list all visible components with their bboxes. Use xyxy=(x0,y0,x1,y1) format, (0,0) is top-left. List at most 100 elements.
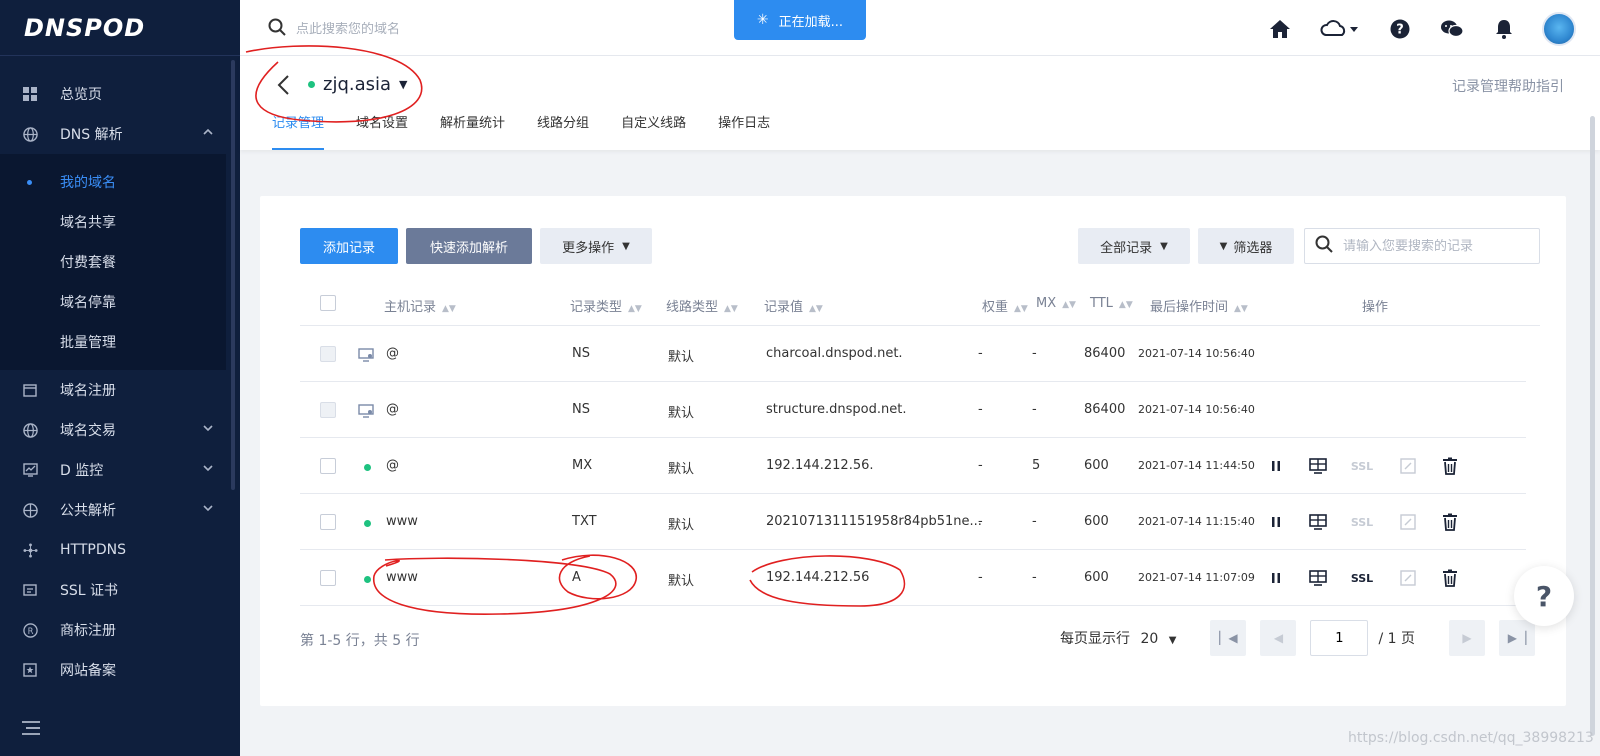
next-page-icon[interactable]: ▶ xyxy=(1448,620,1485,656)
sidebar-scrollbar[interactable] xyxy=(231,60,235,490)
help-icon[interactable]: ? xyxy=(1386,15,1414,43)
tab-line-groups[interactable]: 线路分组 xyxy=(537,114,589,150)
tab-custom-lines[interactable]: 自定义线路 xyxy=(621,114,686,150)
cell-host: @ xyxy=(386,402,399,417)
th-type[interactable]: 记录类型 ▲▼ xyxy=(570,296,642,315)
domain-search-input[interactable] xyxy=(296,21,596,37)
th-time-label: 最后操作时间 xyxy=(1150,300,1229,315)
tab-domain-settings[interactable]: 域名设置 xyxy=(356,114,408,150)
sidebar-item-domain-share[interactable]: 域名共享 xyxy=(0,202,226,242)
sidebar-item-domain-register[interactable]: 域名注册 xyxy=(0,370,240,410)
cell-line: 默认 xyxy=(668,406,695,421)
main-scrollbar[interactable] xyxy=(1590,116,1595,736)
cell-time: 2021-07-14 10:56:40 xyxy=(1138,347,1255,360)
cloud-dropdown-icon[interactable] xyxy=(1318,15,1362,43)
sidebar-item-dns[interactable]: DNS 解析 xyxy=(0,114,240,154)
cell-weight: - xyxy=(978,346,983,361)
pause-icon[interactable] xyxy=(1266,568,1286,588)
row-checkbox[interactable] xyxy=(320,458,336,474)
trash-icon[interactable] xyxy=(1440,568,1460,588)
sidebar-item-label: D 监控 xyxy=(60,463,104,479)
sidebar-item-label: 我的域名 xyxy=(60,175,116,191)
ssl-button[interactable]: SSL xyxy=(1350,568,1374,588)
cell-time: 2021-07-14 10:56:40 xyxy=(1138,403,1255,416)
svg-text:R: R xyxy=(27,625,33,635)
row-checkbox[interactable] xyxy=(320,402,336,418)
back-icon[interactable] xyxy=(276,74,290,102)
th-time[interactable]: 最后操作时间 ▲▼ xyxy=(1150,296,1248,315)
th-mx[interactable]: MX ▲▼ xyxy=(1036,296,1076,311)
wechat-icon[interactable] xyxy=(1438,15,1466,43)
cell-host: www xyxy=(386,514,418,529)
cell-host: @ xyxy=(386,346,399,361)
monitor-icon[interactable] xyxy=(1308,456,1328,476)
sidebar-item-paid-plan[interactable]: 付费套餐 xyxy=(0,242,226,282)
sidebar-item-label: 网站备案 xyxy=(60,663,116,679)
prev-page-icon[interactable]: ◀ xyxy=(1260,620,1297,656)
th-line[interactable]: 线路类型 ▲▼ xyxy=(666,296,738,315)
tab-operation-log[interactable]: 操作日志 xyxy=(718,114,770,150)
cell-value: 192.144.212.56 xyxy=(766,570,870,585)
tab-record-manage[interactable]: 记录管理 xyxy=(272,114,325,150)
chevron-down-icon xyxy=(202,422,218,438)
per-page-select[interactable]: 每页显示行 20 ▼ xyxy=(1060,628,1176,648)
sidebar-item-overview[interactable]: 总览页 xyxy=(0,74,240,114)
sidebar-item-domain-trade[interactable]: 域名交易 xyxy=(0,410,240,450)
sidebar-item-ssl[interactable]: SSL 证书 xyxy=(0,570,240,610)
svg-text:?: ? xyxy=(1396,23,1404,38)
domain-tabs: 记录管理 域名设置 解析量统计 线路分组 自定义线路 操作日志 xyxy=(272,114,770,150)
sidebar-item-httpdns[interactable]: HTTPDNS xyxy=(0,530,240,570)
sidebar-item-trademark[interactable]: R 商标注册 xyxy=(0,610,240,650)
sidebar-item-label: SSL 证书 xyxy=(60,583,119,599)
first-page-icon[interactable]: ▏◀ xyxy=(1210,620,1247,656)
th-ttl[interactable]: TTL ▲▼ xyxy=(1090,296,1133,311)
avatar[interactable] xyxy=(1542,12,1576,46)
th-weight[interactable]: 权重 ▲▼ xyxy=(982,296,1028,315)
monitor-icon[interactable] xyxy=(1308,512,1328,532)
trash-icon[interactable] xyxy=(1440,456,1460,476)
sidebar-item-icp[interactable]: 网站备案 xyxy=(0,650,240,690)
registered-icon: R xyxy=(22,622,38,638)
menu-collapse-icon[interactable] xyxy=(22,720,40,735)
help-guide-link[interactable]: 记录管理帮助指引 xyxy=(1452,76,1564,96)
sidebar-item-my-domains[interactable]: 我的域名 xyxy=(0,162,226,202)
edit-icon[interactable] xyxy=(1398,512,1418,532)
edit-icon[interactable] xyxy=(1398,456,1418,476)
more-ops-dropdown[interactable]: 更多操作 ▼ xyxy=(540,228,652,264)
pause-icon[interactable] xyxy=(1266,512,1286,532)
home-icon[interactable] xyxy=(1266,15,1294,43)
row-checkbox[interactable] xyxy=(320,346,336,362)
th-value[interactable]: 记录值 ▲▼ xyxy=(764,296,823,315)
th-host[interactable]: 主机记录 ▲▼ xyxy=(384,296,456,315)
all-records-dropdown[interactable]: 全部记录 ▼ xyxy=(1078,228,1190,264)
filter-button[interactable]: ▼ 筛选器 xyxy=(1198,228,1294,264)
monitor-icon[interactable] xyxy=(1308,568,1328,588)
edit-icon[interactable] xyxy=(1398,568,1418,588)
page-input[interactable] xyxy=(1310,620,1369,656)
logo[interactable]: DNSPOD xyxy=(0,0,240,56)
bell-icon[interactable] xyxy=(1490,15,1518,43)
domain-header: zjq.asia ▼ 记录管理帮助指引 记录管理 域名设置 解析量统计 线路分组… xyxy=(240,56,1600,150)
floating-help-button[interactable]: ? xyxy=(1514,566,1574,626)
record-search xyxy=(1304,228,1540,264)
row-checkbox[interactable] xyxy=(320,570,336,586)
sidebar-item-batch-manage[interactable]: 批量管理 xyxy=(0,322,226,362)
select-all-checkbox[interactable] xyxy=(320,295,336,311)
trash-icon[interactable] xyxy=(1440,512,1460,532)
cell-weight: - xyxy=(978,514,983,529)
domain-selector[interactable]: zjq.asia ▼ xyxy=(308,74,408,95)
quick-add-button[interactable]: 快速添加解析 xyxy=(406,228,532,264)
sidebar-item-public-dns[interactable]: 公共解析 xyxy=(0,490,240,530)
cell-host: www xyxy=(386,570,418,585)
sidebar-item-domain-parking[interactable]: 域名停靠 xyxy=(0,282,226,322)
add-record-button[interactable]: 添加记录 xyxy=(300,228,398,264)
last-page-icon[interactable]: ▶▕ xyxy=(1498,620,1535,656)
row-checkbox[interactable] xyxy=(320,514,336,530)
ssl-button[interactable]: SSL xyxy=(1350,512,1374,532)
ssl-button[interactable]: SSL xyxy=(1350,456,1374,476)
cell-host: @ xyxy=(386,458,399,473)
record-search-input[interactable] xyxy=(1343,238,1533,254)
tab-query-stats[interactable]: 解析量统计 xyxy=(440,114,505,150)
pause-icon[interactable] xyxy=(1266,456,1286,476)
sidebar-item-d-monitor[interactable]: D 监控 xyxy=(0,450,240,490)
